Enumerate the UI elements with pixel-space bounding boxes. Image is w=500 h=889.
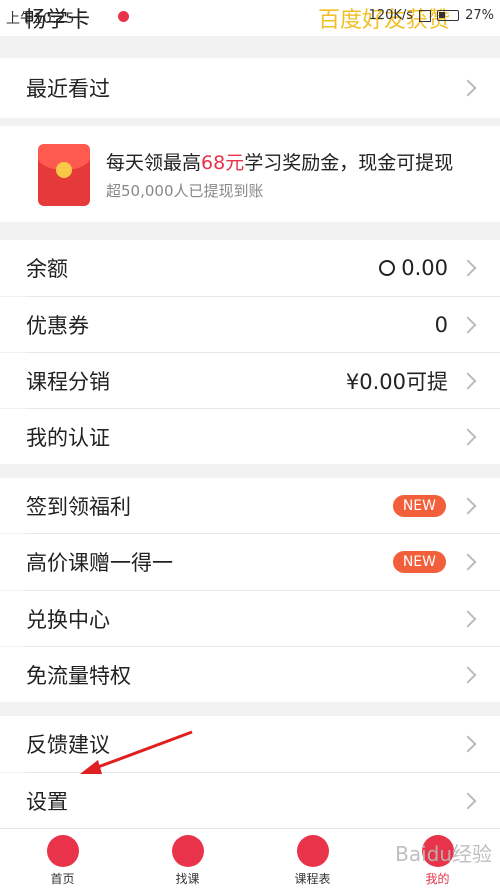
tab-label: 找课 — [175, 872, 200, 886]
coin-icon — [379, 260, 396, 276]
my-verification-row[interactable]: 我的认证 — [0, 409, 500, 464]
tab-label: 首页 — [50, 872, 75, 886]
notification-dot-icon — [118, 11, 129, 22]
tab-label: 我的 — [425, 872, 450, 886]
balance-row[interactable]: 余额 0.00 — [0, 240, 500, 296]
find-course-icon — [171, 835, 204, 867]
tab-label: 课程表 — [294, 872, 331, 886]
chevron-right-icon — [459, 735, 477, 753]
course-distribution-label: 课程分销 — [26, 369, 110, 394]
my-verification-label: 我的认证 — [26, 425, 110, 450]
feedback-row[interactable]: 反馈建议 — [0, 716, 500, 772]
balance-label: 余额 — [26, 257, 68, 281]
tab-find-course[interactable]: 找课 — [125, 829, 250, 889]
chevron-right-icon — [459, 316, 477, 333]
status-right: 120K/s 27% — [369, 8, 494, 23]
annotation-arrow-icon — [80, 730, 193, 774]
status-bar: 上午10:25 畅学卡 百度好友获赞 120K/s 27% — [0, 0, 500, 36]
battery-icon — [437, 10, 460, 21]
exchange-center-row[interactable]: 兑换中心 — [0, 591, 500, 646]
chevron-right-icon — [459, 792, 477, 809]
chevron-right-icon — [459, 372, 477, 389]
balance-value: 0.00 — [401, 256, 448, 280]
tab-home[interactable]: 首页 — [0, 829, 125, 889]
battery-percent: 27% — [465, 8, 494, 23]
exchange-center-label: 兑换中心 — [26, 607, 110, 632]
chevron-right-icon — [459, 497, 477, 514]
red-envelope-icon — [38, 144, 90, 206]
signin-rewards-label: 签到领福利 — [26, 494, 131, 519]
coupons-value: 0 — [434, 312, 448, 337]
premium-gift-label: 高价课赠一得一 — [26, 551, 173, 575]
recent-viewed-label: 最近看过 — [26, 77, 110, 101]
home-icon — [46, 835, 79, 867]
sim-icon — [419, 9, 432, 22]
chevron-right-icon — [459, 553, 477, 571]
new-badge: NEW — [392, 494, 446, 517]
chevron-right-icon — [459, 666, 477, 683]
chevron-right-icon — [459, 428, 477, 445]
tab-schedule[interactable]: 课程表 — [250, 829, 375, 889]
signin-rewards-row[interactable]: 签到领福利 NEW — [0, 478, 500, 533]
free-data-label: 免流量特权 — [26, 663, 131, 688]
chevron-right-icon — [459, 79, 477, 97]
course-distribution-value: ¥0.00可提 — [345, 369, 448, 394]
network-speed: 120K/s — [368, 8, 414, 23]
reward-promo-banner[interactable]: 每天领最高68元学习奖励金，现金可提现 超50,000人已提现到账 — [0, 126, 500, 222]
settings-row[interactable]: 设置 — [0, 773, 500, 828]
course-distribution-row[interactable]: 课程分销 ¥0.00可提 — [0, 353, 500, 408]
free-data-row[interactable]: 免流量特权 — [0, 647, 500, 702]
coupons-label: 优惠券 — [26, 313, 89, 338]
premium-gift-row[interactable]: 高价课赠一得一 NEW — [0, 534, 500, 590]
chevron-right-icon — [459, 610, 477, 627]
promo-title: 每天领最高68元学习奖励金，现金可提现 — [106, 152, 454, 174]
promo-subtitle: 超50,000人已提现到账 — [106, 182, 264, 200]
coupons-row[interactable]: 优惠券 0 — [0, 297, 500, 352]
carrier-label: 畅学卡 — [24, 8, 91, 33]
recent-viewed-row[interactable]: 最近看过 — [0, 58, 500, 118]
chevron-right-icon — [459, 259, 477, 277]
settings-label: 设置 — [26, 789, 68, 814]
schedule-icon — [296, 835, 329, 867]
baidu-watermark: Baidu经验 — [395, 842, 492, 866]
new-badge: NEW — [392, 551, 446, 573]
